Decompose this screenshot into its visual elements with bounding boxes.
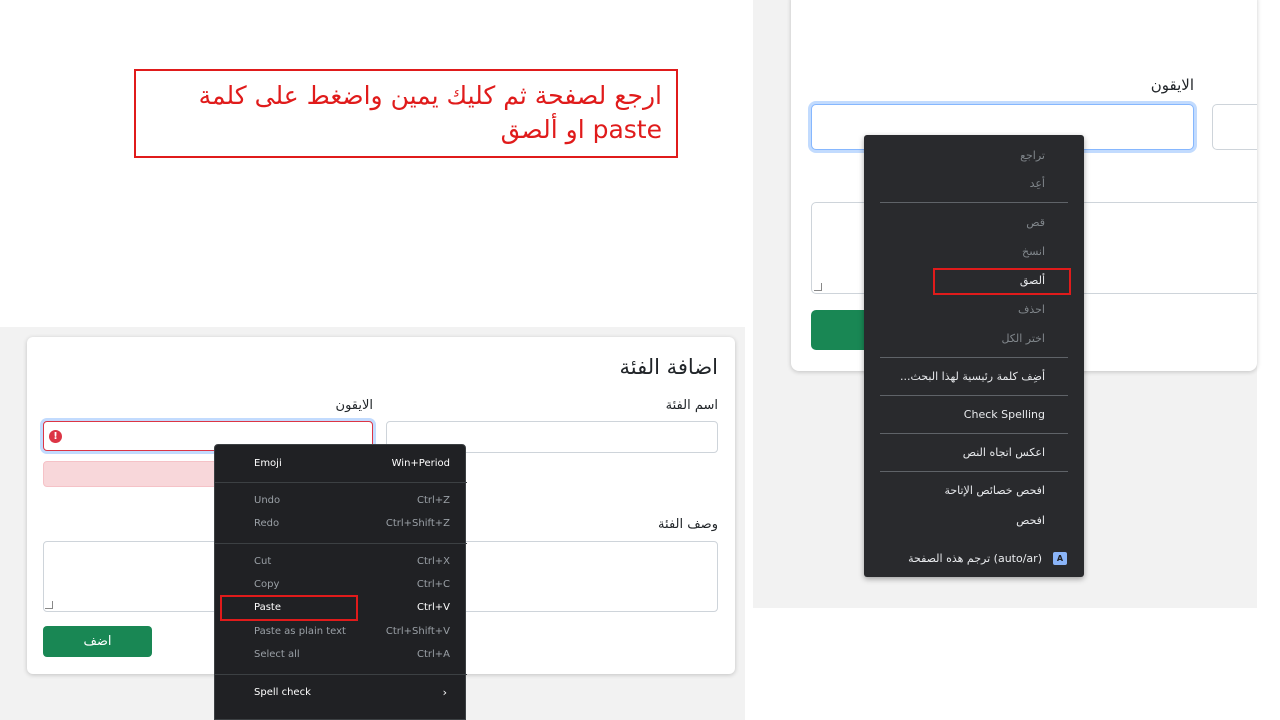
menu-label: Paste as plain text	[254, 626, 346, 637]
menu-separator	[880, 433, 1068, 434]
translate-icon: A	[1053, 552, 1067, 565]
menu-separator	[880, 471, 1068, 472]
menu-separator	[215, 674, 467, 675]
left-context-menu: Emoji Win+Period Undo Ctrl+Z Redo Ctrl+S…	[214, 444, 467, 720]
rmenu-item-translate[interactable]: (auto/ar) ترجم هذه الصفحة	[908, 552, 1042, 565]
error-icon: !	[49, 430, 62, 443]
menu-shortcut: Ctrl+Shift+V	[385, 626, 450, 637]
menu-separator	[880, 395, 1068, 396]
menu-label: Spell check	[254, 687, 311, 698]
tutorial-composite: ارجع لصفحة ثم كليك يمين واضغط على كلمة p…	[0, 0, 1280, 720]
rmenu-item-undo[interactable]: تراجع	[1020, 149, 1045, 162]
menu-item-copy[interactable]: Copy Ctrl+C	[215, 574, 467, 596]
rmenu-item-copy[interactable]: انسخ	[1022, 245, 1045, 258]
paste-highlight-box	[933, 268, 1071, 295]
instruction-line-2: paste او ألصق	[500, 115, 662, 144]
menu-label: Emoji	[254, 458, 282, 469]
menu-label: Redo	[254, 518, 280, 529]
menu-label: Copy	[254, 579, 280, 590]
menu-separator	[880, 357, 1068, 358]
menu-shortcut: Ctrl+A	[416, 649, 450, 660]
resize-handle-icon[interactable]	[45, 601, 53, 609]
menu-item-select-all[interactable]: Select all Ctrl+A	[215, 644, 467, 666]
menu-separator	[215, 482, 467, 483]
menu-shortcut: Ctrl+C	[416, 579, 450, 590]
right-context-menu: تراجع أعِد قص انسخ ألصق احذف اختر الكل أ…	[864, 135, 1084, 577]
icon-label: الايقون	[335, 398, 373, 413]
rmenu-item-add-search-keyword[interactable]: أضِف كلمة رئيسية لهذا البحث...	[900, 370, 1045, 383]
menu-shortcut: Ctrl+Z	[416, 495, 450, 506]
right-add-button[interactable]	[811, 310, 871, 350]
menu-shortcut: Win+Period	[391, 458, 450, 469]
menu-item-undo[interactable]: Undo Ctrl+Z	[215, 490, 467, 512]
paste-highlight-box	[220, 595, 358, 621]
rmenu-item-check-spelling[interactable]: Check Spelling	[964, 408, 1045, 421]
menu-label: Select all	[254, 649, 300, 660]
rmenu-item-delete[interactable]: احذف	[1018, 303, 1045, 316]
menu-item-emoji[interactable]: Emoji Win+Period	[215, 453, 467, 475]
menu-label: Undo	[254, 495, 281, 506]
rmenu-item-select-all[interactable]: اختر الكل	[1001, 332, 1045, 345]
rmenu-item-reverse-direction[interactable]: اعكس اتجاه النص	[963, 446, 1045, 459]
right-icon-label: الايقون	[1150, 76, 1194, 94]
right-category-input[interactable]	[1212, 104, 1257, 150]
page-title: اضافة الفئة	[619, 355, 719, 379]
rmenu-item-redo[interactable]: أعِد	[1030, 177, 1045, 190]
menu-label: Cut	[254, 556, 272, 567]
menu-separator	[880, 202, 1068, 203]
menu-item-redo[interactable]: Redo Ctrl+Shift+Z	[215, 513, 467, 535]
chevron-right-icon: ›	[442, 686, 447, 699]
resize-handle-icon[interactable]	[814, 283, 822, 291]
instruction-line-1: ارجع لصفحة ثم كليك يمين واضغط على كلمة	[198, 81, 662, 110]
menu-separator	[215, 543, 467, 544]
menu-item-spell-check[interactable]: Spell check ›	[215, 682, 467, 704]
menu-shortcut: Ctrl+X	[416, 556, 450, 567]
rmenu-item-inspect[interactable]: افحص	[1016, 514, 1045, 527]
category-name-label: اسم الفئة	[665, 398, 718, 413]
add-button[interactable]: اضف	[43, 626, 152, 657]
instruction-callout: ارجع لصفحة ثم كليك يمين واضغط على كلمة p…	[134, 69, 678, 158]
menu-shortcut: Ctrl+V	[416, 602, 450, 613]
menu-item-paste-plain[interactable]: Paste as plain text Ctrl+Shift+V	[215, 621, 467, 643]
menu-item-cut[interactable]: Cut Ctrl+X	[215, 551, 467, 573]
description-label: وصف الفئة	[658, 517, 718, 532]
rmenu-item-cut[interactable]: قص	[1026, 216, 1045, 229]
rmenu-item-inspect-accessibility[interactable]: افحص خصائص الإتاحة	[944, 484, 1045, 497]
menu-shortcut: Ctrl+Shift+Z	[385, 518, 450, 529]
